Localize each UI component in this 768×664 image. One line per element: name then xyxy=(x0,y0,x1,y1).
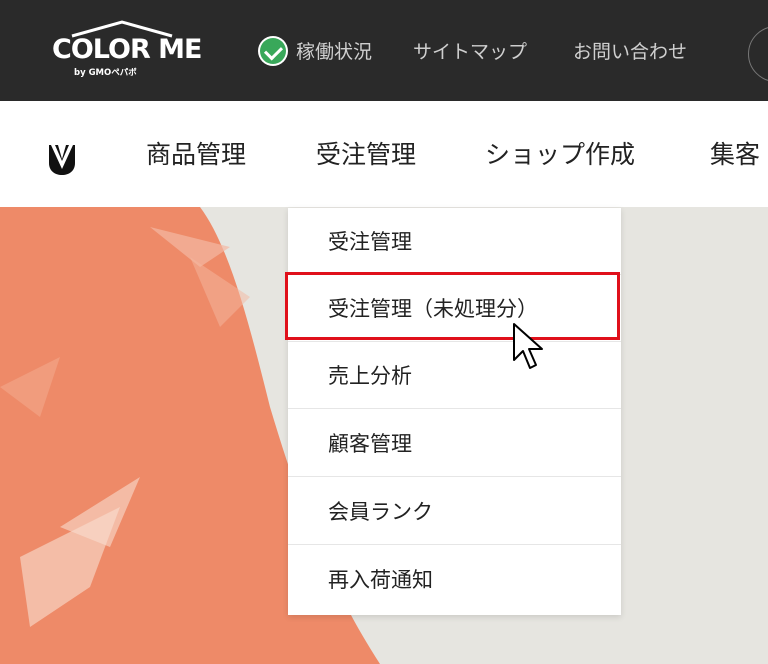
nav-item-orders[interactable]: 受注管理 xyxy=(316,135,416,171)
menu-item-orders[interactable]: 受注管理 xyxy=(288,208,621,275)
highlight-box xyxy=(285,272,620,340)
menu-item-restock-notice[interactable]: 再入荷通知 xyxy=(288,546,621,613)
nav-item-products[interactable]: 商品管理 xyxy=(146,135,246,171)
status-link[interactable]: 稼働状況 xyxy=(296,37,372,64)
menu-item-label: 受注管理 xyxy=(328,230,412,254)
menu-item-label: 会員ランク xyxy=(328,500,433,524)
check-circle-icon xyxy=(258,36,288,66)
sitemap-link[interactable]: サイトマップ xyxy=(413,37,527,64)
nav-item-marketing[interactable]: 集客 xyxy=(710,135,760,171)
menu-item-label: 再入荷通知 xyxy=(328,568,433,592)
contact-link[interactable]: お問い合わせ xyxy=(573,37,687,64)
colorme-logo[interactable]: COLOR ME by GMOペパボ xyxy=(52,20,202,84)
logo-text: COLOR ME xyxy=(52,34,202,65)
account-button[interactable] xyxy=(748,26,768,82)
brand-icon[interactable] xyxy=(44,141,80,177)
menu-item-label: 顧客管理 xyxy=(328,432,412,456)
menu-item-member-rank[interactable]: 会員ランク xyxy=(288,478,621,545)
mouse-pointer-icon xyxy=(513,323,543,369)
orders-dropdown-menu: 受注管理 受注管理（未処理分） 売上分析 顧客管理 会員ランク 再入荷通知 xyxy=(288,208,621,615)
top-bar: COLOR ME by GMOペパボ 稼働状況 サイトマップ お問い合わせ xyxy=(0,0,768,101)
nav-item-shop[interactable]: ショップ作成 xyxy=(485,135,635,171)
menu-item-label: 売上分析 xyxy=(328,364,412,388)
menu-item-customers[interactable]: 顧客管理 xyxy=(288,410,621,477)
menu-item-sales-analysis[interactable]: 売上分析 xyxy=(288,342,621,409)
logo-subtext: by GMOペパボ xyxy=(74,68,137,78)
